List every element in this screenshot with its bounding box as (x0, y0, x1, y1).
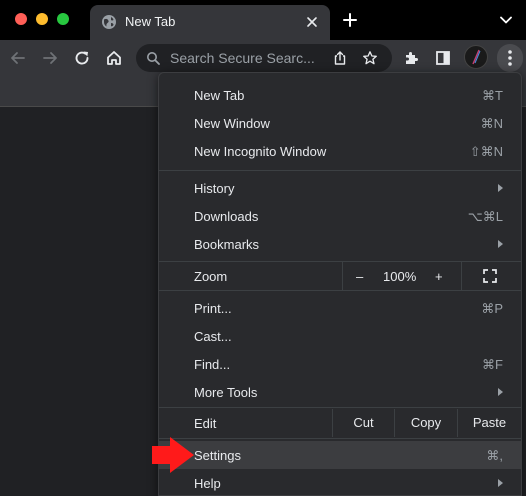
share-icon[interactable] (332, 50, 348, 66)
menu-item-new-incognito-window[interactable]: New Incognito Window ⇧⌘N (159, 137, 521, 165)
menu-item-cast[interactable]: Cast... (159, 322, 521, 350)
menu-item-find[interactable]: Find... ⌘F (159, 350, 521, 378)
close-icon[interactable] (304, 14, 320, 30)
menu-item-label: Downloads (194, 209, 259, 224)
menu-item-label: Settings (194, 448, 241, 463)
menu-item-more-tools[interactable]: More Tools (159, 378, 521, 406)
toolbar: Search Secure Searc... (0, 40, 526, 76)
menu-separator (159, 407, 521, 408)
star-icon[interactable] (362, 50, 378, 66)
menu-item-label: Cast... (194, 329, 232, 344)
omnibox-placeholder[interactable]: Search Secure Searc... (170, 50, 320, 66)
maximize-window-button[interactable] (57, 13, 69, 25)
menu-item-print[interactable]: Print... ⌘P (159, 294, 521, 322)
menu-separator (159, 438, 521, 439)
menu-separator (159, 290, 521, 291)
profile-icon[interactable] (464, 45, 488, 69)
zoom-in-button[interactable]: + (435, 269, 443, 284)
shortcut-label: ⌘F (482, 357, 503, 372)
menu-item-bookmarks[interactable]: Bookmarks (159, 230, 521, 258)
menu-item-label: New Incognito Window (194, 144, 327, 159)
tab-title: New Tab (125, 14, 176, 29)
zoom-out-button[interactable]: – (356, 269, 363, 284)
cut-button[interactable]: Cut (333, 409, 394, 437)
shortcut-label: ⇧⌘N (469, 144, 503, 159)
sidepanel-icon[interactable] (434, 49, 452, 67)
menu-item-label: Find... (194, 357, 231, 372)
menu-item-settings[interactable]: Settings ⌘, (159, 441, 521, 469)
shortcut-label: ⌘T (482, 88, 503, 103)
menu-item-label: Zoom (194, 269, 228, 284)
globe-icon (102, 15, 116, 29)
back-icon[interactable] (9, 49, 27, 67)
minimize-window-button[interactable] (36, 13, 48, 25)
paste-button[interactable]: Paste (458, 409, 521, 437)
chrome-menu: New Tab ⌘T New Window ⌘N New Incognito W… (158, 72, 522, 496)
menu-item-label: New Window (194, 116, 270, 131)
menu-item-label: Edit (194, 416, 217, 431)
red-arrow-annotation-icon (152, 437, 194, 473)
copy-button[interactable]: Copy (395, 409, 457, 437)
menu-item-label: Bookmarks (194, 237, 260, 252)
plus-icon[interactable] (342, 12, 358, 28)
shortcut-label: ⌘N (480, 116, 503, 131)
shortcut-label: ⌥⌘L (467, 209, 503, 224)
shortcut-label: ⌘P (481, 301, 503, 316)
menu-item-label: Print... (194, 301, 232, 316)
extensions-icon[interactable] (402, 49, 420, 67)
reload-icon[interactable] (73, 49, 91, 67)
menu-item-help[interactable]: Help (159, 469, 521, 496)
menu-item-downloads[interactable]: Downloads ⌥⌘L (159, 202, 521, 230)
forward-icon[interactable] (41, 49, 59, 67)
menu-item-new-window[interactable]: New Window ⌘N (159, 109, 521, 137)
menu-separator (159, 170, 521, 171)
tab-new-tab[interactable]: New Tab (90, 5, 330, 40)
menu-item-new-tab[interactable]: New Tab ⌘T (159, 81, 521, 109)
shortcut-label: ⌘, (486, 448, 503, 463)
menu-item-label: History (194, 181, 235, 196)
zoom-divider (461, 262, 462, 290)
fullscreen-icon[interactable] (483, 269, 497, 283)
close-window-button[interactable] (15, 13, 27, 25)
submenu-arrow-icon (498, 240, 503, 248)
chevron-down-icon[interactable] (499, 13, 513, 27)
submenu-arrow-icon (498, 479, 503, 487)
menu-item-label: Help (194, 476, 221, 491)
submenu-arrow-icon (498, 184, 503, 192)
submenu-arrow-icon (498, 388, 503, 396)
omnibox[interactable]: Search Secure Searc... (136, 44, 392, 72)
zoom-level: 100% (383, 269, 417, 284)
menu-item-zoom: Zoom – 100% + (159, 262, 521, 290)
menu-icon[interactable] (497, 44, 523, 72)
menu-item-label: More Tools (194, 385, 258, 400)
menu-item-history[interactable]: History (159, 174, 521, 202)
search-icon (147, 52, 160, 65)
title-bar: New Tab (0, 0, 526, 40)
menu-item-edit: Edit Cut Copy Paste (159, 409, 521, 437)
zoom-divider (342, 262, 343, 290)
menu-item-label: New Tab (194, 88, 245, 103)
home-icon[interactable] (105, 49, 123, 67)
